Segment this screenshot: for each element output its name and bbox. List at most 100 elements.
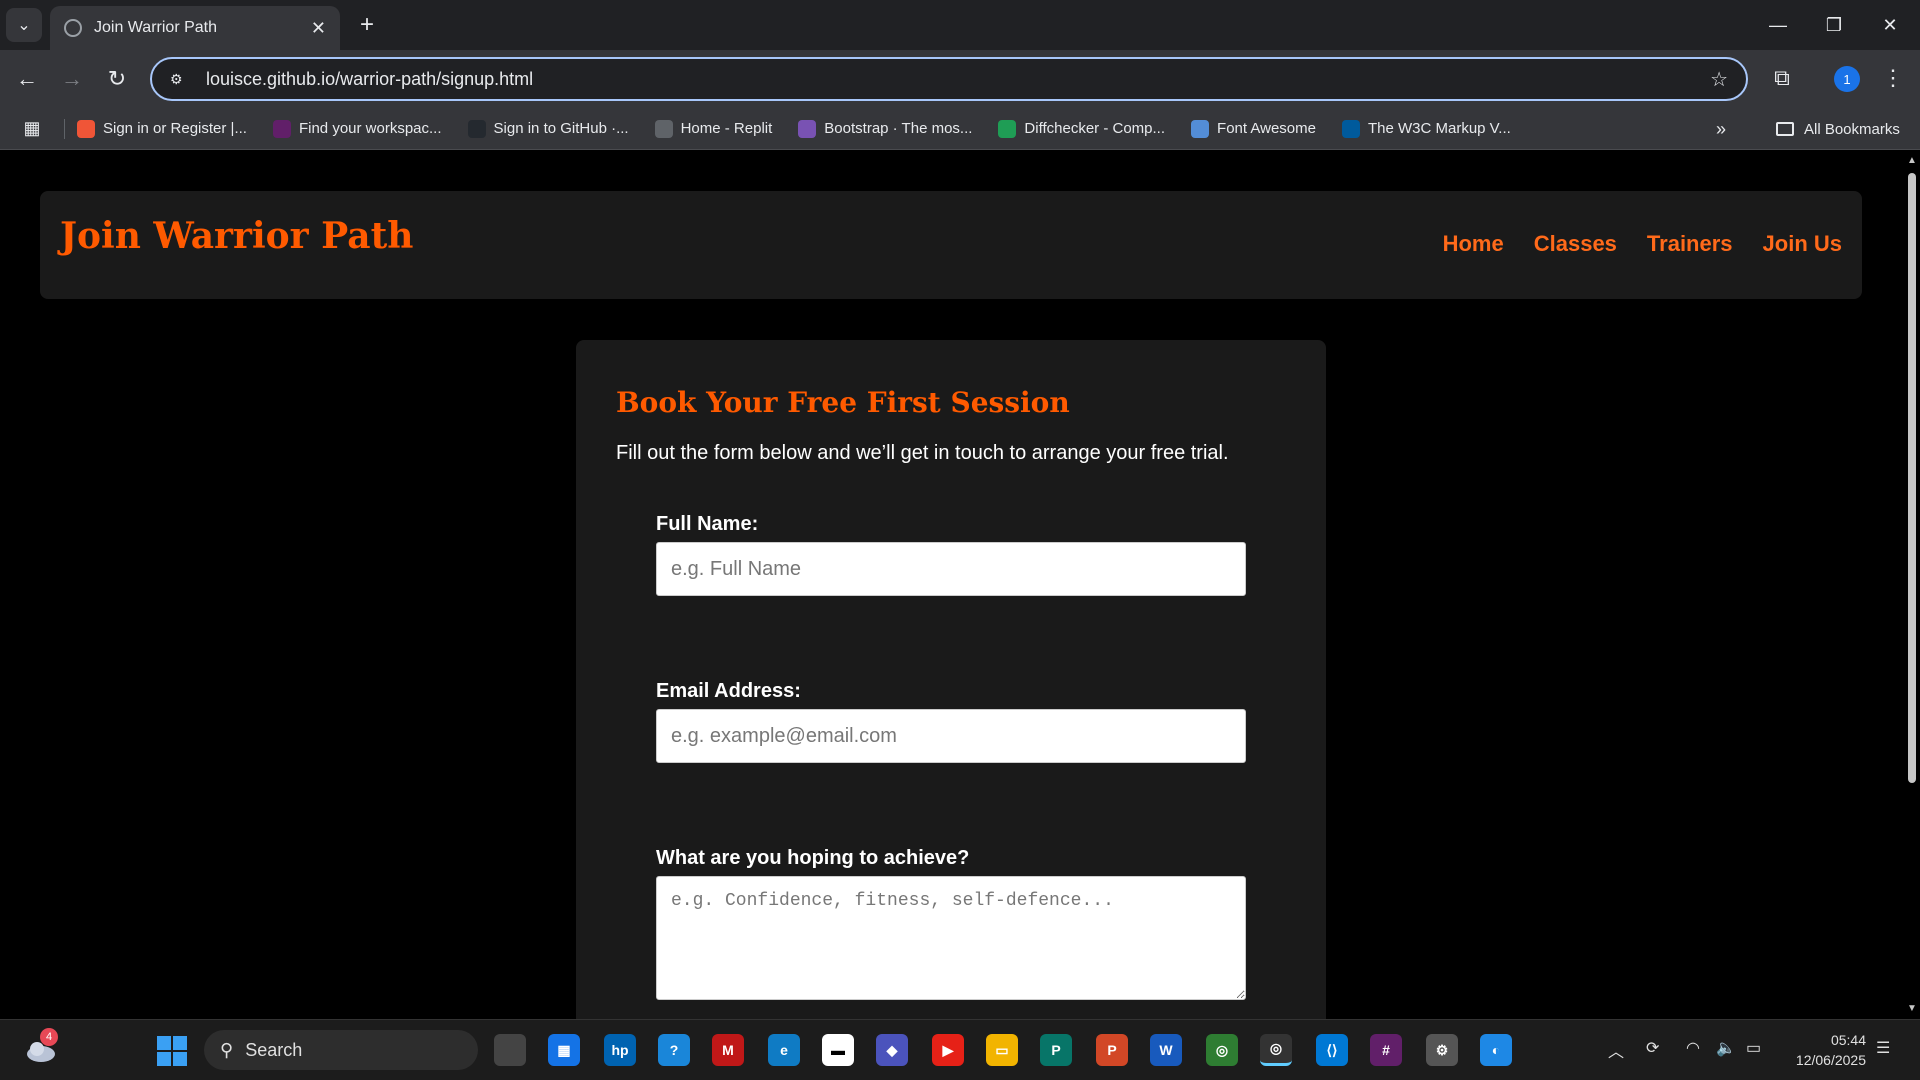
tab-search-button[interactable]: ⌄ (6, 8, 42, 42)
clock-time: 05:44 (1830, 1032, 1866, 1048)
bookmark-item[interactable]: Home - Replit (654, 119, 773, 138)
youtube-icon[interactable]: ▶ (932, 1034, 964, 1066)
myhp-icon[interactable]: hp (604, 1034, 636, 1066)
github-icon (467, 119, 486, 138)
bookmark-label: Sign in to GitHub ·... (493, 120, 629, 137)
nav-link-home[interactable]: Home (1443, 231, 1504, 257)
start-button[interactable] (157, 1036, 187, 1066)
nav-link-join-us[interactable]: Join Us (1763, 231, 1842, 257)
form-intro: Fill out the form below and we’ll get in… (616, 442, 1229, 464)
restore-icon[interactable]: ❐ (1812, 8, 1856, 42)
notifications-icon[interactable]: ☰ (1876, 1038, 1890, 1058)
active-tab[interactable]: Join Warrior Path ✕ (50, 6, 340, 50)
slack-icon (272, 119, 291, 138)
site-info-icon[interactable]: ⚙ (170, 71, 190, 88)
close-tab-icon[interactable]: ✕ (311, 18, 326, 39)
bookmark-label: Diffchecker - Comp... (1024, 120, 1166, 137)
forward-button[interactable]: → (55, 62, 89, 96)
extensions-icon[interactable]: ⧉ (1766, 62, 1798, 94)
show-hidden-icons[interactable]: ︿ (1608, 1038, 1624, 1062)
bookmarks-divider (64, 118, 65, 139)
close-window-icon[interactable]: ✕ (1868, 8, 1912, 42)
email-label: Email Address: (656, 680, 801, 702)
taskbar-search-label: Search (245, 1039, 303, 1060)
vscode-icon[interactable]: ⟨⟩ (1316, 1034, 1348, 1066)
help-icon[interactable]: ? (658, 1034, 690, 1066)
page-scrollbar[interactable]: ▲ ▼ (1904, 151, 1920, 1019)
site-nav: Home Classes Trainers Join Us (1443, 231, 1842, 257)
email-input[interactable] (656, 709, 1246, 763)
bookmark-item[interactable]: Bootstrap · The mos... (798, 119, 972, 138)
file-explorer-icon[interactable]: ▭ (986, 1034, 1018, 1066)
nav-link-classes[interactable]: Classes (1534, 231, 1617, 257)
chrome-active-icon[interactable]: ◎ (1260, 1034, 1292, 1066)
scroll-up-icon[interactable]: ▲ (1907, 155, 1917, 166)
bookmark-item[interactable]: Find your workspac... (272, 119, 442, 138)
bootstrap-icon (798, 119, 817, 138)
url-text[interactable]: louisce.github.io/warrior-path/signup.ht… (206, 69, 1710, 90)
minimize-icon[interactable]: — (1756, 8, 1800, 42)
slack-taskbar-icon[interactable]: # (1370, 1034, 1402, 1066)
bookmark-item[interactable]: The W3C Markup V... (1341, 119, 1511, 138)
chrome-profile-l-icon[interactable]: ◎ (1206, 1034, 1238, 1066)
reload-button[interactable]: ↻ (100, 62, 134, 96)
bookmark-item[interactable]: Sign in or Register |... (77, 119, 247, 138)
w3c-icon (1341, 119, 1360, 138)
nav-link-trainers[interactable]: Trainers (1647, 231, 1733, 257)
apps-grid-icon[interactable]: ▦ (0, 118, 64, 139)
bookmark-star-icon[interactable]: ☆ (1710, 67, 1728, 92)
store-icon[interactable]: ▦ (548, 1034, 580, 1066)
taskbar-search[interactable]: ⚲ Search (204, 1030, 478, 1070)
publisher-icon[interactable]: P (1040, 1034, 1072, 1066)
bookmark-label: Find your workspac... (298, 120, 442, 137)
weather-badge: 4 (40, 1028, 58, 1046)
new-tab-button[interactable]: + (352, 10, 382, 40)
signup-form-card: Book Your Free First Session Fill out th… (576, 340, 1326, 1019)
bookmark-label: The W3C Markup V... (1367, 120, 1511, 137)
full-name-label: Full Name: (656, 513, 759, 535)
site-logo[interactable]: Join Warrior Path (60, 215, 413, 257)
sync-icon[interactable]: ⟳ (1646, 1038, 1659, 1058)
powerpoint-icon[interactable]: P (1096, 1034, 1128, 1066)
menu-icon[interactable]: ⋮ (1880, 62, 1906, 94)
word-icon[interactable]: W (1150, 1034, 1182, 1066)
bookmark-item[interactable]: Diffchecker - Comp... (998, 119, 1166, 138)
scroll-down-icon[interactable]: ▼ (1907, 1003, 1917, 1014)
settings-icon[interactable]: ⚙ (1426, 1034, 1458, 1066)
font-awesome-icon (1191, 119, 1210, 138)
browser-toolbar: ← → ↻ ⚙ louisce.github.io/warrior-path/s… (0, 50, 1920, 108)
goal-label: What are you hoping to achieve? (656, 847, 970, 869)
form-title: Book Your Free First Session (616, 386, 1070, 419)
windows-taskbar: 4 ⚲ Search ▦ hp ? M e ▬ ◆ ▶ ▭ P P W ◎ ◎ … (0, 1019, 1920, 1080)
tab-title: Join Warrior Path (94, 19, 217, 36)
scrollbar-thumb[interactable] (1908, 173, 1916, 783)
volume-icon[interactable]: 🔈 (1716, 1038, 1736, 1058)
copilot-icon[interactable]: ◆ (876, 1034, 908, 1066)
search-icon: ⚲ (220, 1039, 234, 1060)
wifi-icon[interactable]: ◠ (1686, 1038, 1700, 1058)
calendar-app-icon[interactable]: ▬ (822, 1034, 854, 1066)
battery-icon[interactable]: ▭ (1746, 1038, 1761, 1058)
globe-app-icon[interactable]: ◐ (1480, 1034, 1512, 1066)
task-view-icon[interactable] (494, 1034, 526, 1066)
all-bookmarks-button[interactable]: All Bookmarks (1776, 108, 1900, 150)
edge-icon[interactable]: e (768, 1034, 800, 1066)
taskbar-clock[interactable]: 05:44 12/06/2025 (1774, 1030, 1866, 1070)
goal-textarea[interactable] (656, 876, 1246, 1000)
address-bar[interactable]: ⚙ louisce.github.io/warrior-path/signup.… (150, 57, 1748, 101)
bookmark-item[interactable]: Font Awesome (1191, 119, 1316, 138)
bookmarks-bar: ▦ Sign in or Register |... Find your work… (0, 108, 1920, 150)
diffchecker-icon (998, 119, 1017, 138)
bookmark-item[interactable]: Sign in to GitHub ·... (467, 119, 629, 138)
page-viewport: Join Warrior Path Home Classes Trainers … (0, 151, 1904, 1019)
bookmark-label: Home - Replit (680, 120, 773, 137)
profile-avatar[interactable]: 1 (1834, 66, 1860, 92)
clock-date: 12/06/2025 (1795, 1052, 1866, 1068)
more-bookmarks-icon[interactable]: » (1716, 108, 1726, 150)
mcafee-icon[interactable]: M (712, 1034, 744, 1066)
back-button[interactable]: ← (10, 62, 44, 96)
bookmark-label: Sign in or Register |... (103, 120, 247, 137)
replit-icon (654, 119, 673, 138)
globe-icon (64, 19, 82, 37)
full-name-input[interactable] (656, 542, 1246, 596)
